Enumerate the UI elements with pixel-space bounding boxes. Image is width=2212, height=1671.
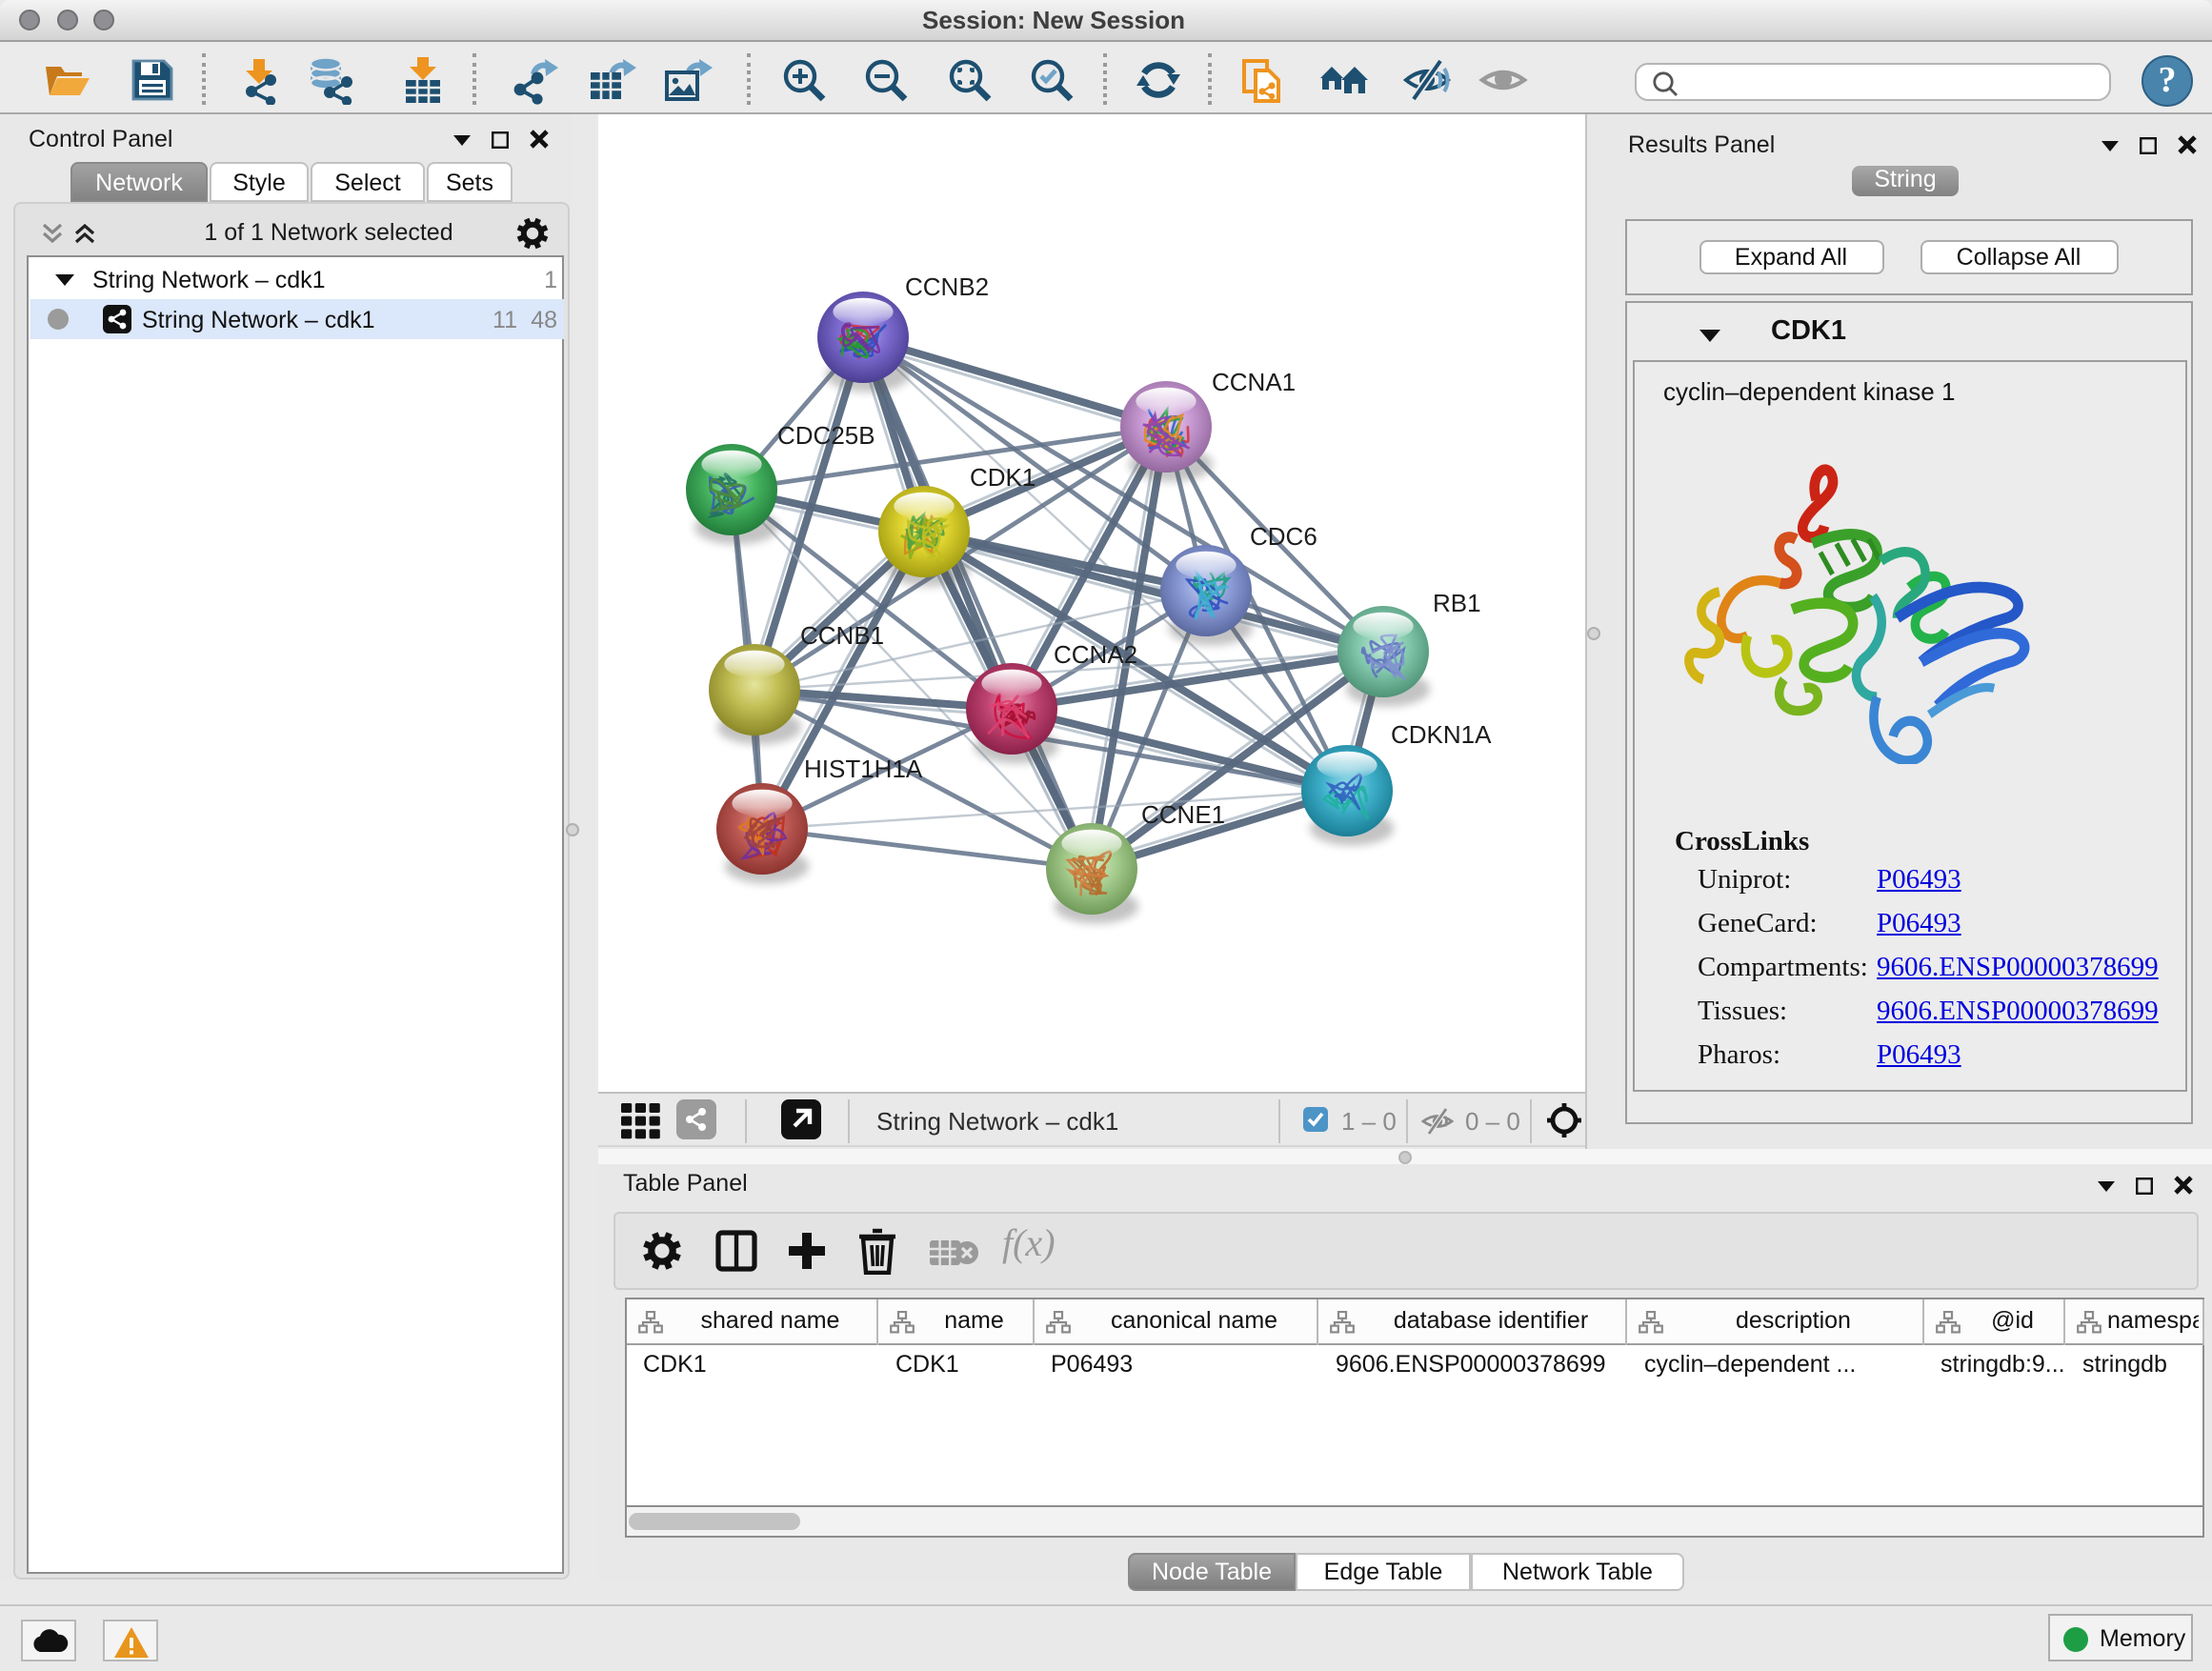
svg-text:CDC25B: CDC25B bbox=[777, 421, 875, 450]
svg-text:HIST1H1A: HIST1H1A bbox=[804, 755, 923, 783]
svg-text:RB1: RB1 bbox=[1433, 589, 1481, 617]
svg-text:CDK1: CDK1 bbox=[970, 463, 1036, 492]
svg-text:CCNE1: CCNE1 bbox=[1141, 800, 1225, 829]
svg-text:CCNA1: CCNA1 bbox=[1212, 368, 1296, 396]
svg-text:CCNB1: CCNB1 bbox=[800, 621, 884, 650]
svg-text:CDC6: CDC6 bbox=[1250, 522, 1317, 551]
svg-text:CDKN1A: CDKN1A bbox=[1391, 720, 1492, 749]
svg-text:CCNA2: CCNA2 bbox=[1054, 640, 1137, 669]
svg-text:CCNB2: CCNB2 bbox=[905, 272, 989, 301]
